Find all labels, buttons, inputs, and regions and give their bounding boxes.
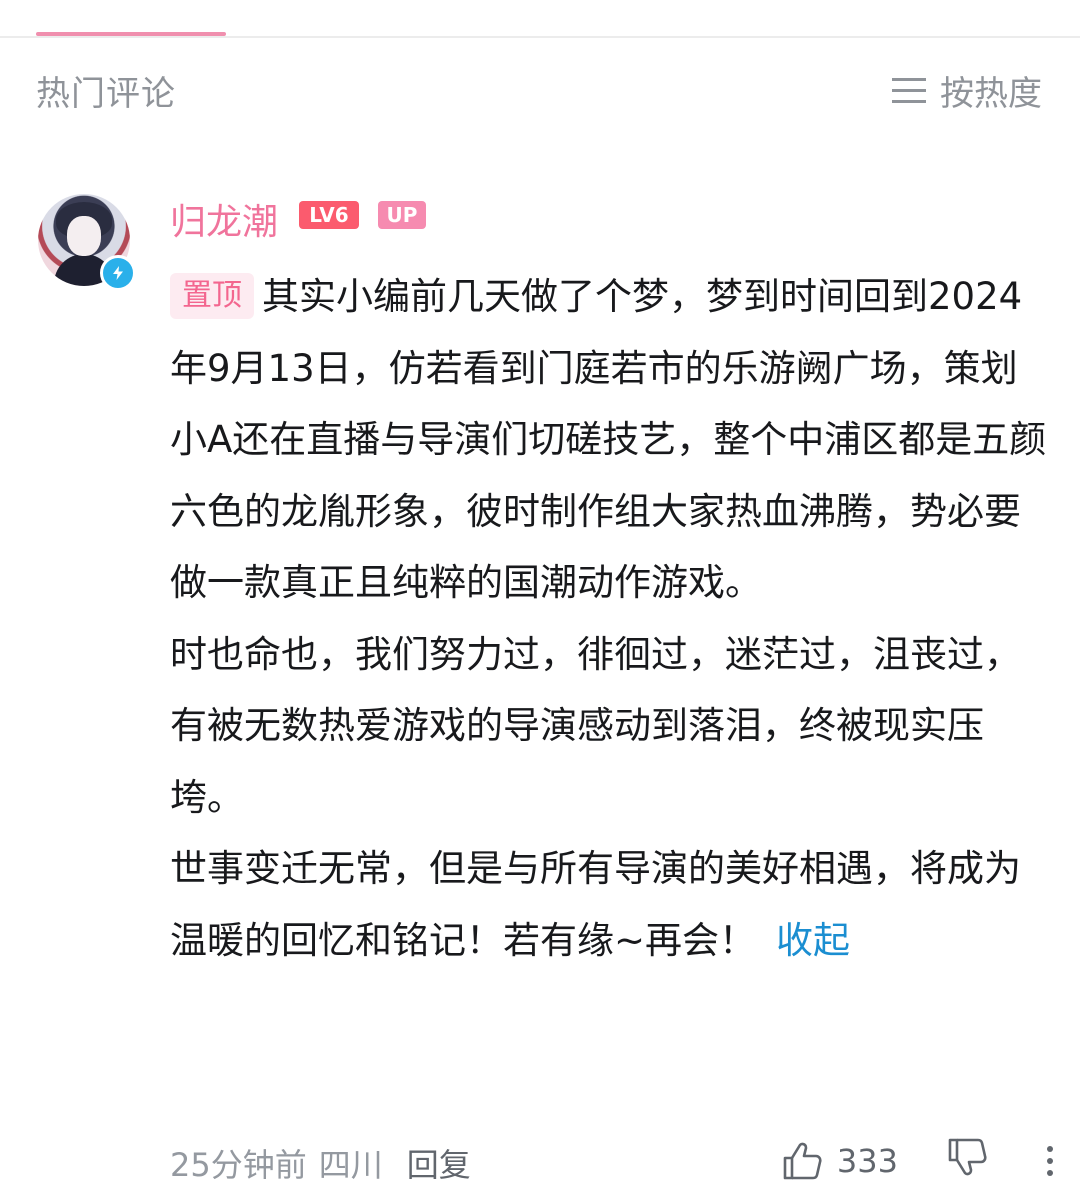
up-badge: UP — [378, 201, 426, 229]
thumbs-up-icon — [783, 1142, 822, 1180]
level-badge: LV6 — [299, 201, 359, 229]
top-divider — [0, 36, 1080, 38]
comment-paragraph: 置顶 其实小编前几天做了个梦，梦到时间回到2024年9月13日，仿若看到门庭若市的… — [170, 273, 1047, 604]
timestamp: 25分钟前 — [170, 1146, 307, 1184]
pinned-tag: 置顶 — [170, 273, 254, 319]
comment-paragraph: 世事变迁无常，但是与所有导演的美好相遇，将成为温暖的回忆和铭记！若有缘~再会！收… — [170, 847, 1021, 962]
like-count: 333 — [836, 1142, 898, 1180]
comment-content: 置顶 其实小编前几天做了个梦，梦到时间回到2024年9月13日，仿若看到门庭若市的… — [170, 261, 1050, 976]
username[interactable]: 归龙潮 — [170, 193, 278, 245]
more-options-button[interactable] — [1030, 1146, 1070, 1176]
reply-button[interactable]: 回复 — [407, 1140, 471, 1186]
verified-icon — [100, 255, 136, 291]
thumbs-down-icon — [948, 1138, 987, 1176]
sort-label: 按热度 — [940, 74, 1042, 114]
comment-meta: 25分钟前 四川 回复 — [170, 1140, 471, 1186]
comment-paragraph: 时也命也，我们努力过，徘徊过，迷茫过，沮丧过，有被无数热爱游戏的导演感动到落泪，… — [170, 632, 1021, 819]
more-dot — [1047, 1170, 1053, 1176]
more-dot — [1047, 1158, 1053, 1164]
comment-actions: 333 — [781, 1136, 1080, 1186]
like-button[interactable]: 333 — [781, 1140, 898, 1182]
dislike-button[interactable] — [946, 1136, 988, 1186]
sort-button[interactable]: 按热度 — [890, 66, 1042, 115]
region: 四川 — [318, 1146, 383, 1184]
section-title: 热门评论 — [36, 74, 176, 114]
sort-lines-icon — [892, 77, 926, 103]
more-dot — [1047, 1146, 1053, 1152]
tab-indicator — [36, 32, 226, 36]
collapse-link[interactable]: 收起 — [776, 919, 850, 962]
